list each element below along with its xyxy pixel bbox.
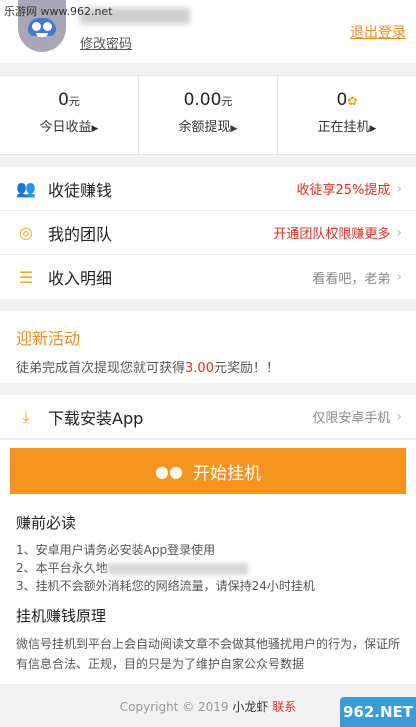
- users-icon: 👥: [16, 179, 36, 198]
- stat-unit: 元: [68, 95, 80, 108]
- stat-label: 余额提现: [178, 120, 231, 135]
- menu-item-hint: 看看吧，老弟: [312, 271, 391, 287]
- promo-text: 徒弟完成首次提现您就可获得3.00元奖励！！: [16, 357, 400, 376]
- menu-item-label: 收入明细: [48, 269, 113, 288]
- caret-right-icon: ▶: [91, 124, 99, 134]
- stat-balance-withdraw[interactable]: 0.00元 余额提现▶: [139, 76, 278, 154]
- avatar-mouth: [36, 33, 48, 37]
- principle-text: 微信号挂机到平台上会自动阅读文章不会做其他骚扰用户的行为，保证所有信息合法、正规…: [16, 637, 401, 671]
- promo-text-after: 元奖励！！: [213, 361, 279, 376]
- menu-item-label: 收徒赚钱: [48, 180, 113, 200]
- wechat-icon: ●●: [155, 461, 183, 481]
- chevron-right-icon: ›: [396, 269, 402, 285]
- menu-item-team[interactable]: ◎ 我的团队 开通团队权限赚更多 ›: [0, 211, 416, 255]
- avatar-eye-left: [32, 22, 41, 31]
- start-button-label: 开始挂机: [192, 463, 261, 484]
- list-icon: ☰: [18, 267, 34, 287]
- menu-item-recruit[interactable]: 👥 收徒赚钱 收徒享25%提成 ›: [0, 167, 416, 211]
- notice-item-text: 2、本平台永久地: [16, 561, 108, 575]
- change-password-link[interactable]: 修改密码: [80, 33, 132, 52]
- footer-link[interactable]: 小龙虾: [232, 700, 268, 714]
- notice-title: 赚前必读: [16, 514, 77, 532]
- download-section: ⤓ 下载安装App 仅限安卓手机 › ●● 开始挂机: [0, 395, 416, 502]
- download-label: 下载安装App: [48, 408, 144, 428]
- promo-card: 迎新活动 徒弟完成首次提现您就可获得3.00元奖励！！: [0, 311, 416, 383]
- blurred-url: [107, 562, 248, 575]
- start-button-area: ●● 开始挂机: [0, 439, 416, 502]
- chevron-right-icon: ›: [396, 224, 402, 241]
- download-app-item[interactable]: ⤓ 下载安装App 仅限安卓手机 ›: [0, 395, 416, 439]
- menu-item-income-detail[interactable]: ☰ 收入明细 看看吧，老弟 ›: [0, 255, 416, 299]
- watermark-text: 乐游网 www.962.net: [4, 5, 113, 18]
- menu-item-label: 我的团队: [48, 224, 113, 244]
- lifebuoy-icon: ◎: [19, 223, 33, 242]
- notice-item-2: 2、本平台永久地: [16, 559, 400, 577]
- gear-icon: ✿: [347, 94, 358, 108]
- stat-label: 正在挂机: [317, 120, 370, 135]
- stats-bar: 0元 今日收益▶ 0.00元 余额提现▶ 0✿ 正在挂机▶: [0, 75, 416, 155]
- stat-value: 0: [336, 90, 348, 110]
- logout-link[interactable]: 退出登录: [350, 22, 406, 42]
- menu-item-hint: 收徒享25%提成: [296, 183, 391, 198]
- principle-title: 挂机赚钱原理: [16, 607, 107, 625]
- stat-label: 今日收益: [39, 120, 92, 135]
- start-hangup-button[interactable]: ●● 开始挂机: [10, 448, 406, 494]
- menu-item-hint: 开通团队权限赚更多: [273, 227, 391, 242]
- promo-text-before: 徒弟完成首次提现您就可获得: [16, 361, 186, 376]
- stat-value: 0.00: [183, 90, 222, 110]
- stat-online[interactable]: 0✿ 正在挂机▶: [278, 76, 416, 154]
- notice-item: 3、挂机不会额外消耗您的网络流量，请保持24小时挂机: [16, 579, 315, 593]
- notice-section: 赚前必读 1、安卓用户请务必安装App登录使用 2、本平台永久地 3、挂机不会额…: [0, 502, 416, 684]
- stat-today-income[interactable]: 0元 今日收益▶: [0, 76, 139, 154]
- caret-right-icon: ▶: [230, 124, 238, 134]
- promo-amount: 3.00: [185, 361, 214, 376]
- download-icon: ⤓: [22, 406, 30, 426]
- stat-value: 0: [58, 90, 69, 110]
- footer-contact-link[interactable]: 联系: [272, 700, 296, 714]
- notice-item: 1、安卓用户请务必安装App登录使用: [16, 543, 216, 557]
- stat-unit: 元: [221, 95, 233, 108]
- site-logo: 962.NET: [340, 697, 416, 727]
- download-hint: 仅限安卓手机: [312, 411, 391, 426]
- chevron-right-icon: ›: [396, 408, 402, 425]
- caret-right-icon: ▶: [369, 124, 377, 134]
- chevron-right-icon: ›: [396, 180, 402, 197]
- avatar-eye-right: [43, 22, 52, 31]
- menu-list: 👥 收徒赚钱 收徒享25%提成 › ◎ 我的团队 开通团队权限赚更多 › ☰ 收…: [0, 167, 416, 299]
- promo-title: 迎新活动: [16, 329, 81, 348]
- copyright-text: Copyright © 2019: [119, 700, 229, 714]
